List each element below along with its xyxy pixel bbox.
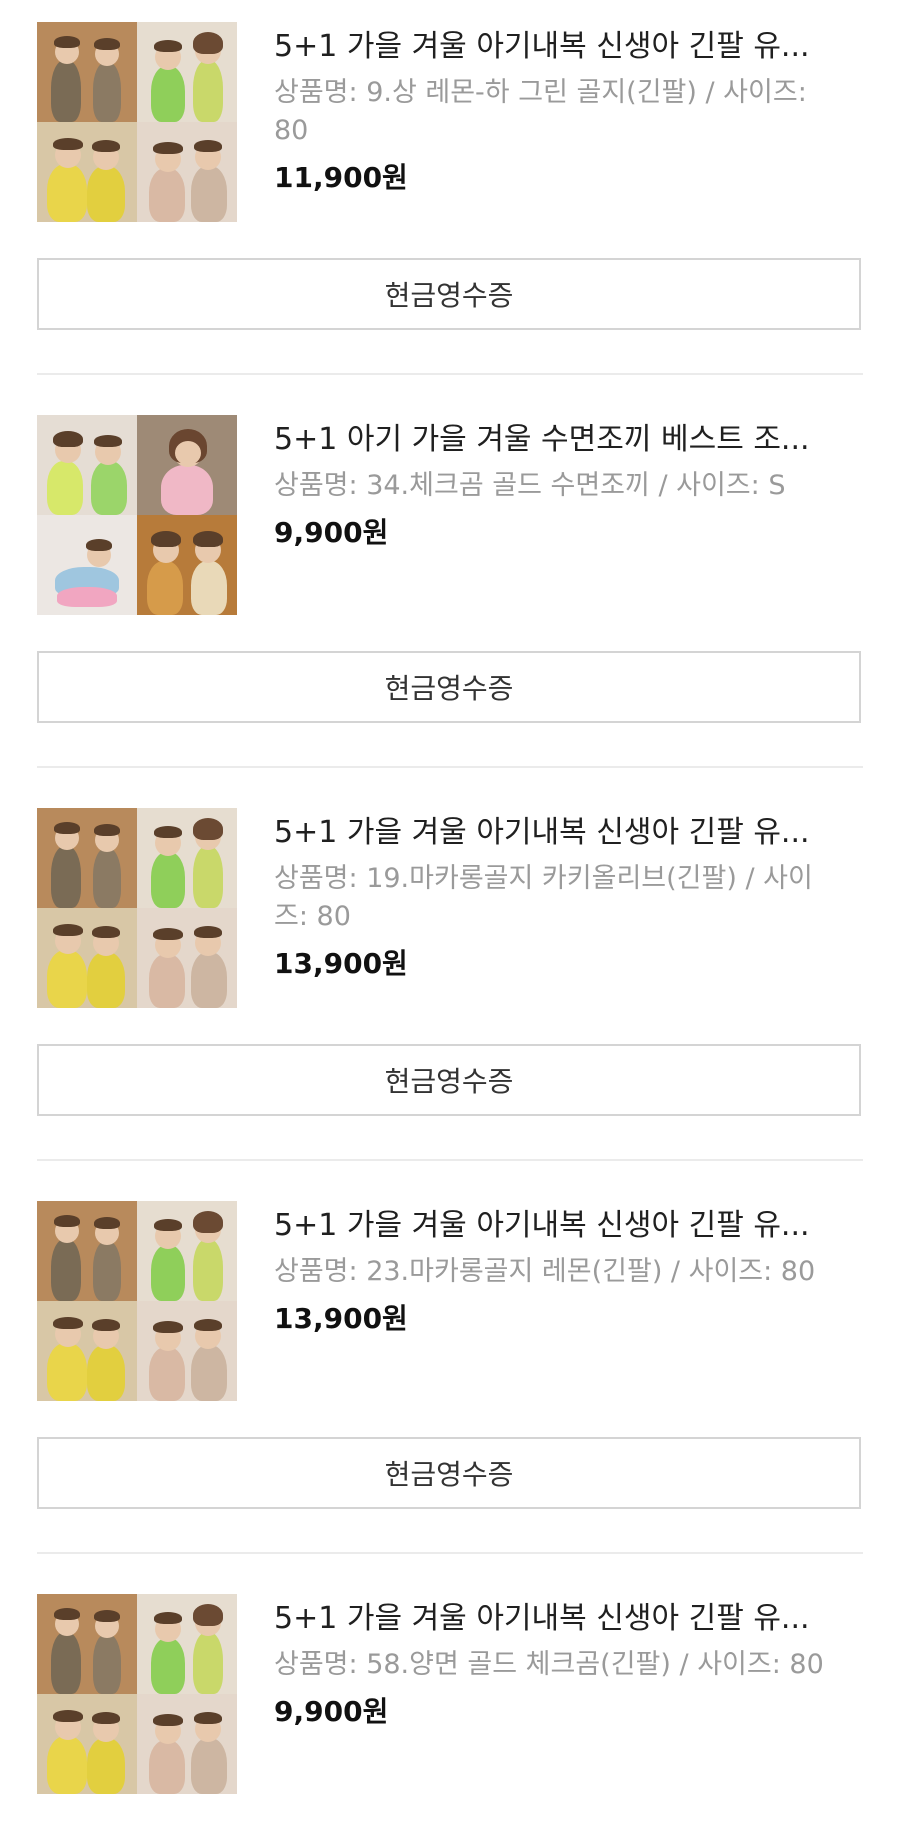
product-thumbnail[interactable] [37,808,237,1008]
product-option: 상품명: 9.상 레몬-하 그린 골지(긴팔) / 사이즈: 80 [274,77,807,146]
product-title[interactable]: 5+1 아기 가을 겨울 수면조끼 베스트 조... [274,419,849,461]
order-item-row: 5+1 가을 겨울 아기내복 신생아 긴팔 유... 상품명: 23.마카롱골지… [37,1201,863,1401]
photo-cell [37,415,137,515]
photo-cell [137,415,237,515]
photo-cell [137,808,237,908]
photo-cell [37,515,137,615]
product-title[interactable]: 5+1 가을 겨울 아기내복 신생아 긴팔 유... [274,26,849,68]
item-divider [37,766,863,768]
cash-receipt-button[interactable]: 현금영수증 [37,1044,861,1116]
item-divider [37,1552,863,1554]
product-thumbnail[interactable] [37,1201,237,1401]
product-price: 11,900원 [274,161,408,194]
photo-cell [37,1694,137,1794]
order-item: 5+1 아기 가을 겨울 수면조끼 베스트 조... 상품명: 34.체크곰 골… [37,415,863,615]
product-info: 5+1 가을 겨울 아기내복 신생아 긴팔 유... 상품명: 58.양면 골드… [274,1594,864,1732]
photo-cell [37,808,137,908]
photo-cell [137,22,237,122]
order-list-page: 5+1 가을 겨울 아기내복 신생아 긴팔 유... 상품명: 9.상 레몬-하… [0,0,900,1828]
photo-cell [137,1694,237,1794]
order-item-row: 5+1 가을 겨울 아기내복 신생아 긴팔 유... 상품명: 9.상 레몬-하… [37,22,863,222]
product-info: 5+1 아기 가을 겨울 수면조끼 베스트 조... 상품명: 34.체크곰 골… [274,415,864,553]
product-price: 9,900원 [274,516,389,549]
photo-cell [137,1201,237,1301]
photo-cell [37,122,137,222]
order-item-row: 5+1 가을 겨울 아기내복 신생아 긴팔 유... 상품명: 19.마카롱골지… [37,808,863,1008]
product-info: 5+1 가을 겨울 아기내복 신생아 긴팔 유... 상품명: 23.마카롱골지… [274,1201,864,1339]
order-item: 5+1 가을 겨울 아기내복 신생아 긴팔 유... 상품명: 9.상 레몬-하… [37,22,863,222]
product-option: 상품명: 34.체크곰 골드 수면조끼 / 사이즈: S [274,470,786,501]
item-divider [37,1159,863,1161]
order-item: 5+1 가을 겨울 아기내복 신생아 긴팔 유... 상품명: 58.양면 골드… [37,1594,863,1794]
product-info: 5+1 가을 겨울 아기내복 신생아 긴팔 유... 상품명: 9.상 레몬-하… [274,22,864,198]
product-price: 13,900원 [274,1302,408,1335]
product-thumbnail[interactable] [37,415,237,615]
photo-cell [37,1201,137,1301]
order-item: 5+1 가을 겨울 아기내복 신생아 긴팔 유... 상품명: 23.마카롱골지… [37,1201,863,1401]
item-divider [37,373,863,375]
product-option: 상품명: 58.양면 골드 체크곰(긴팔) / 사이즈: 80 [274,1649,824,1680]
photo-cell [137,515,237,615]
cash-receipt-button[interactable]: 현금영수증 [37,1437,861,1509]
photo-cell [137,908,237,1008]
product-price: 9,900원 [274,1695,389,1728]
product-thumbnail[interactable] [37,1594,237,1794]
product-info: 5+1 가을 겨울 아기내복 신생아 긴팔 유... 상품명: 19.마카롱골지… [274,808,864,984]
product-option: 상품명: 19.마카롱골지 카키올리브(긴팔) / 사이즈: 80 [274,863,813,932]
cash-receipt-button[interactable]: 현금영수증 [37,651,861,723]
photo-cell [37,908,137,1008]
photo-cell [37,1594,137,1694]
cash-receipt-button[interactable]: 현금영수증 [37,258,861,330]
photo-cell [137,1594,237,1694]
product-option: 상품명: 23.마카롱골지 레몬(긴팔) / 사이즈: 80 [274,1256,816,1287]
photo-cell [37,22,137,122]
product-title[interactable]: 5+1 가을 겨울 아기내복 신생아 긴팔 유... [274,812,849,854]
product-thumbnail[interactable] [37,22,237,222]
order-item: 5+1 가을 겨울 아기내복 신생아 긴팔 유... 상품명: 19.마카롱골지… [37,808,863,1008]
product-title[interactable]: 5+1 가을 겨울 아기내복 신생아 긴팔 유... [274,1205,849,1247]
product-price: 13,900원 [274,947,408,980]
photo-cell [137,1301,237,1401]
order-item-row: 5+1 아기 가을 겨울 수면조끼 베스트 조... 상품명: 34.체크곰 골… [37,415,863,615]
photo-cell [37,1301,137,1401]
photo-cell [137,122,237,222]
order-item-row: 5+1 가을 겨울 아기내복 신생아 긴팔 유... 상품명: 58.양면 골드… [37,1594,863,1794]
product-title[interactable]: 5+1 가을 겨울 아기내복 신생아 긴팔 유... [274,1598,849,1640]
